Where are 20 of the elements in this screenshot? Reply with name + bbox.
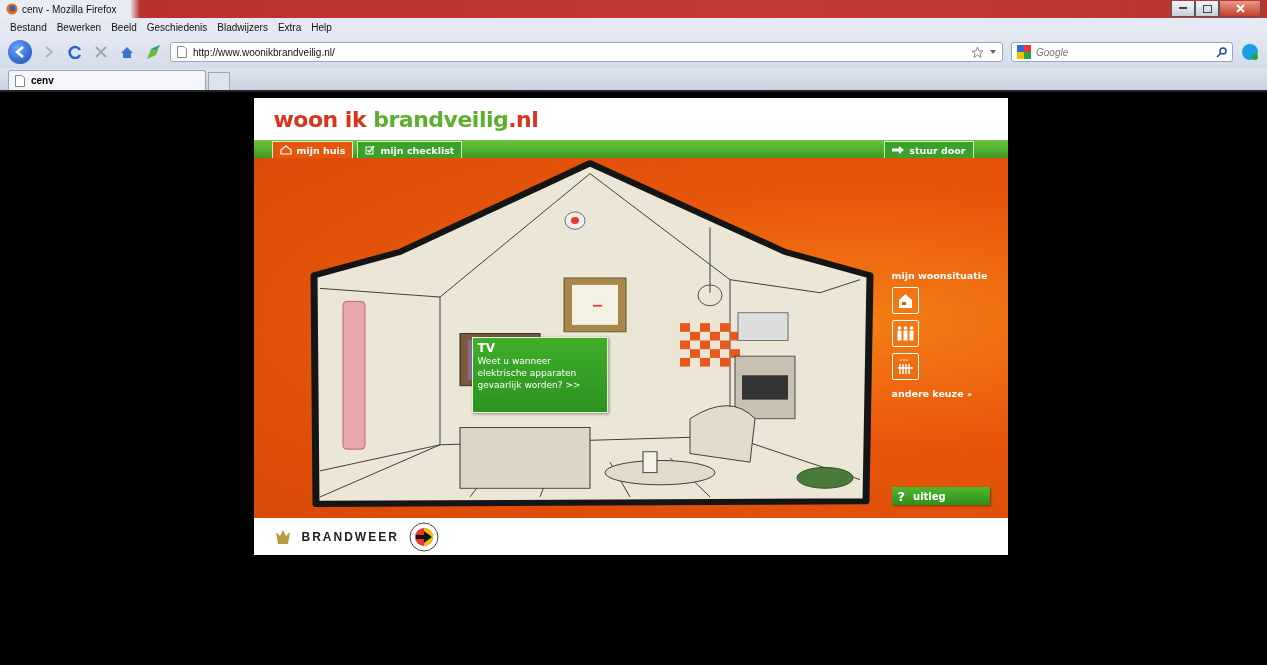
browser-tab[interactable]: cenv [8,70,206,90]
menu-item[interactable]: Bladwijzers [217,21,268,33]
url-input[interactable]: http://www.woonikbrandveilig.nl/ [193,46,965,58]
menu-item[interactable]: Beeld [111,21,137,33]
popup-title: TV [477,341,496,355]
popup-text: Weet u wanneer elektrische apparaten gevaarlijk worden? >> [477,355,582,391]
menu-item[interactable]: Extra [277,21,302,33]
search-field[interactable]: Google [1011,42,1233,62]
search-input[interactable]: Google [1036,46,1211,58]
menu-item[interactable]: Geschiedenis [146,21,208,33]
address-bar[interactable]: http://www.woonikbrandveilig.nl/ [170,42,1003,62]
menu-item[interactable]: Bewerken [56,21,102,33]
site-logo[interactable]: woon ik brandveilig.nl [273,106,539,132]
info-popup[interactable]: TV Weet u wanneer elektrische apparaten gevaarlijk worden? >> [471,337,608,413]
menu-item[interactable]: Help [311,21,332,33]
nav-tab[interactable]: mijn huis [271,141,354,158]
menu-item[interactable]: Bestand [10,21,47,33]
section-heading: mijn woonsituatie [891,270,988,281]
window-title: cenv - Mozilla Firefox [22,3,117,15]
brand-name: BRANDWEER [301,529,399,544]
